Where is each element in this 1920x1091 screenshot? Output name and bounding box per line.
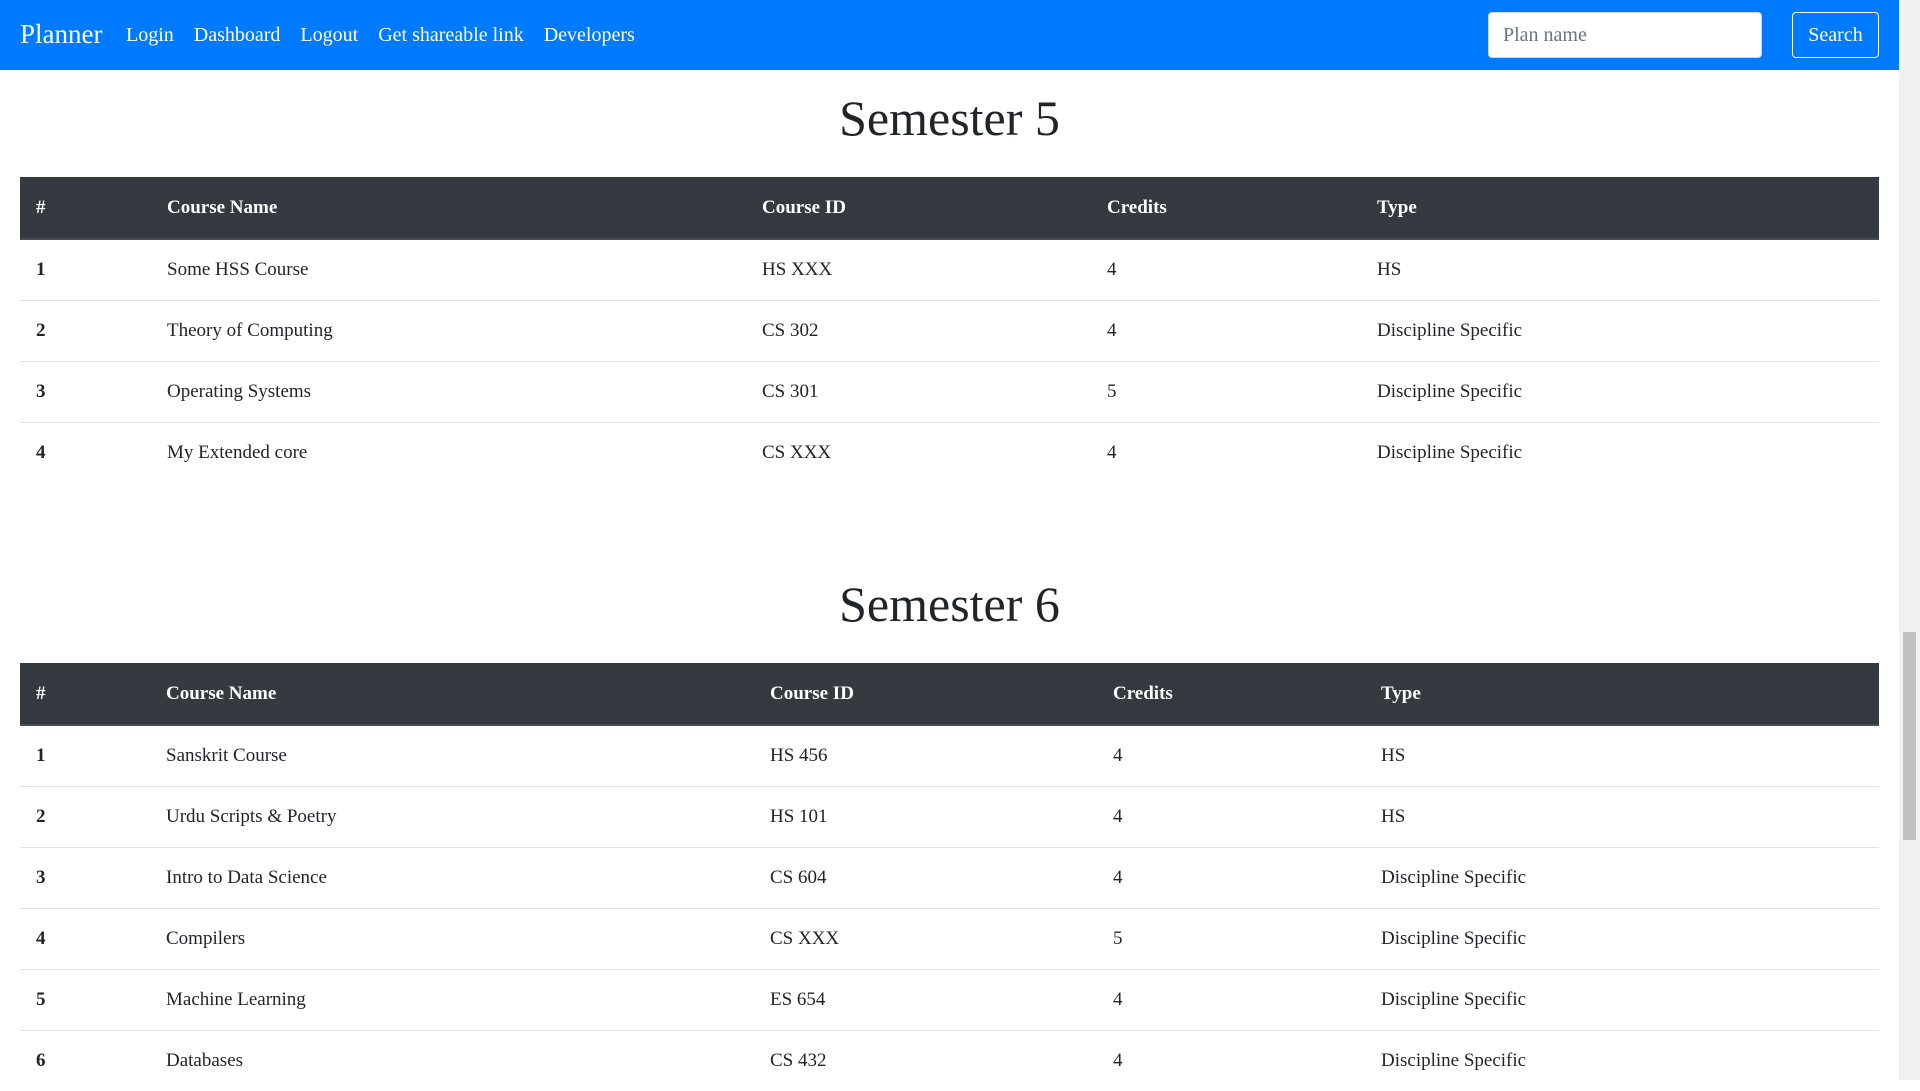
column-header-course-id: Course ID xyxy=(754,663,1097,726)
row-number: 3 xyxy=(20,360,151,422)
semester-6-title: Semester 6 xyxy=(839,576,1060,632)
course-name: Some HSS Course xyxy=(167,258,309,280)
row-number: 3 xyxy=(20,846,150,908)
column-header-course-name: Course Name xyxy=(151,177,746,240)
top-navbar: Planner Login Dashboard Logout Get share… xyxy=(0,0,1899,70)
semester-6-table: # Course Name Course ID Credits Type 1 S… xyxy=(20,663,1879,1091)
plan-name-search-input[interactable] xyxy=(1488,12,1762,58)
search-button[interactable]: Search xyxy=(1792,12,1879,58)
semester-5-table: # Course Name Course ID Credits Type 1 S… xyxy=(20,177,1879,483)
nav-logout-link[interactable]: Logout xyxy=(300,21,358,49)
nav-developers-link[interactable]: Developers xyxy=(544,21,635,49)
course-id: CS 432 xyxy=(754,1029,1097,1091)
page-scrollbar-thumb[interactable] xyxy=(1903,632,1916,840)
course-name: Machine Learning xyxy=(150,968,754,1030)
column-header-credits: Credits xyxy=(1097,663,1365,726)
semester-5-title: Semester 5 xyxy=(839,90,1060,146)
row-number: 6 xyxy=(20,1029,150,1091)
table-row: 5 Machine Learning ES 654 4 Discipline S… xyxy=(20,968,1879,1030)
column-header-type: Type xyxy=(1365,663,1879,726)
course-id: CS 301 xyxy=(746,360,1091,422)
row-number: 4 xyxy=(20,421,151,483)
column-header-num: # xyxy=(20,177,151,240)
table-row: 1 Some HSS Course HS XXX 4 HS xyxy=(20,239,1879,300)
table-row: 3 Intro to Data Science CS 604 4 Discipl… xyxy=(20,846,1879,908)
table-row: 4 My Extended core CS XXX 4 Discipline S… xyxy=(20,421,1879,483)
table-header-row: # Course Name Course ID Credits Type xyxy=(20,663,1879,726)
course-type: Discipline Specific xyxy=(1361,360,1879,422)
course-name: Compilers xyxy=(150,907,754,969)
table-row: 2 Urdu Scripts & Poetry HS 101 4 HS xyxy=(20,785,1879,847)
course-type: Discipline Specific xyxy=(1365,846,1879,908)
course-id: ES 654 xyxy=(754,968,1097,1030)
course-name: My Extended core xyxy=(151,421,746,483)
course-id: CS 604 xyxy=(754,846,1097,908)
column-header-credits: Credits xyxy=(1091,177,1361,240)
course-name: Theory of Computing xyxy=(151,299,746,361)
column-header-course-name: Course Name xyxy=(150,663,754,726)
table-row: 3 Operating Systems CS 301 5 Discipline … xyxy=(20,360,1879,422)
course-credits: 4 xyxy=(1107,258,1117,280)
table-row: 2 Theory of Computing CS 302 4 Disciplin… xyxy=(20,299,1879,361)
course-name: Urdu Scripts & Poetry xyxy=(150,785,754,847)
course-credits: 4 xyxy=(1091,299,1361,361)
table-header-row: # Course Name Course ID Credits Type xyxy=(20,177,1879,240)
column-header-num: # xyxy=(20,663,150,726)
table-row: 4 Compilers CS XXX 5 Discipline Specific xyxy=(20,907,1879,969)
course-credits: 4 xyxy=(1097,785,1365,847)
course-name: Intro to Data Science xyxy=(150,846,754,908)
column-header-type: Type xyxy=(1361,177,1879,240)
nav-dashboard-link[interactable]: Dashboard xyxy=(194,21,281,49)
row-number: 5 xyxy=(20,968,150,1030)
brand-link[interactable]: Planner xyxy=(20,16,102,52)
nav-links: Login Dashboard Logout Get shareable lin… xyxy=(126,21,635,49)
course-id: HS XXX xyxy=(762,258,833,280)
course-type: Discipline Specific xyxy=(1361,299,1879,361)
row-number: 1 xyxy=(36,258,46,280)
nav-shareable-link[interactable]: Get shareable link xyxy=(378,21,524,49)
course-credits: 4 xyxy=(1097,968,1365,1030)
course-credits: 5 xyxy=(1091,360,1361,422)
table-row: 6 Databases CS 432 4 Discipline Specific xyxy=(20,1029,1879,1091)
nav-login-link[interactable]: Login xyxy=(126,21,174,49)
row-number: 2 xyxy=(20,299,151,361)
row-number: 2 xyxy=(20,785,150,847)
course-credits: 5 xyxy=(1097,907,1365,969)
course-id: HS 456 xyxy=(770,744,828,766)
course-type: Discipline Specific xyxy=(1365,968,1879,1030)
course-id: HS 101 xyxy=(754,785,1097,847)
course-credits: 4 xyxy=(1097,846,1365,908)
column-header-course-id: Course ID xyxy=(746,177,1091,240)
course-name: Databases xyxy=(150,1029,754,1091)
course-credits: 4 xyxy=(1091,421,1361,483)
course-type: HS xyxy=(1365,785,1879,847)
row-number: 4 xyxy=(20,907,150,969)
course-id: CS 302 xyxy=(746,299,1091,361)
course-type: Discipline Specific xyxy=(1365,1029,1879,1091)
course-name: Operating Systems xyxy=(151,360,746,422)
course-type: HS xyxy=(1381,744,1406,766)
course-id: CS XXX xyxy=(754,907,1097,969)
page-scrollbar[interactable] xyxy=(1899,0,1920,1080)
course-name: Sanskrit Course xyxy=(166,744,287,766)
table-row: 1 Sanskrit Course HS 456 4 HS xyxy=(20,725,1879,786)
row-number: 1 xyxy=(36,744,46,766)
course-type: Discipline Specific xyxy=(1365,907,1879,969)
course-type: HS xyxy=(1377,258,1402,280)
course-id: CS XXX xyxy=(746,421,1091,483)
course-credits: 4 xyxy=(1097,1029,1365,1091)
course-credits: 4 xyxy=(1113,744,1123,766)
course-type: Discipline Specific xyxy=(1361,421,1879,483)
